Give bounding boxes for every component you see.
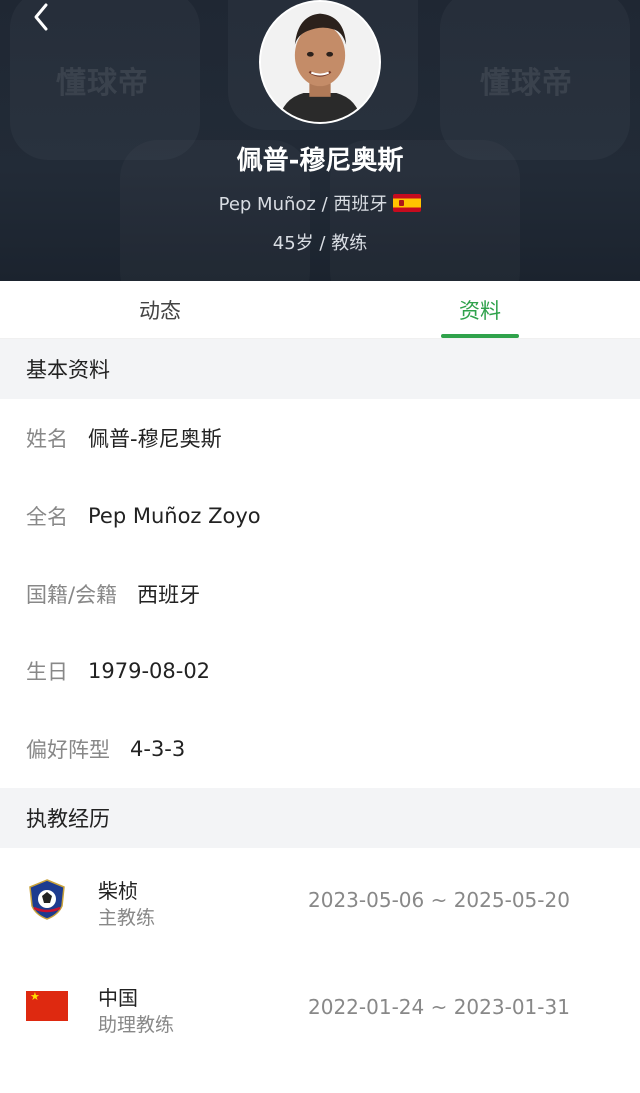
age-role: 45岁 / 教练 [272, 233, 368, 254]
tab-label: 资料 [459, 298, 501, 323]
avatar [259, 0, 381, 124]
info-label: 生日 [26, 660, 68, 684]
career-dates: 2022-01-24 ~ 2023-01-31 [308, 995, 570, 1019]
info-row-formation: 偏好阵型 4-3-3 [0, 710, 640, 788]
tab-feed[interactable]: 动态 [0, 281, 320, 338]
info-label: 姓名 [26, 427, 68, 451]
active-tab-indicator [441, 334, 519, 338]
career-role: 助理教练 [98, 1014, 175, 1036]
info-value: Pep Muñoz Zoyo [88, 504, 261, 528]
info-value: 佩普-穆尼奥斯 [88, 427, 222, 451]
info-label: 偏好阵型 [26, 738, 110, 762]
info-row-birthday: 生日 1979-08-02 [0, 632, 640, 710]
info-label: 国籍/会籍 [26, 583, 118, 607]
career-role: 主教练 [98, 907, 156, 929]
career-item[interactable]: 中国 助理教练 2022-01-24 ~ 2023-01-31 [0, 955, 640, 1061]
info-row-nationality: 国籍/会籍 西班牙 [0, 555, 640, 633]
china-flag-icon [26, 985, 68, 1027]
latin-name-country: Pep Muñoz / 西班牙 [218, 194, 388, 215]
section-title-basic-info: 基本资料 [0, 339, 640, 399]
career-dates: 2023-05-06 ~ 2025-05-20 [308, 888, 570, 912]
section-title-coaching-history: 执教经历 [0, 788, 640, 848]
coach-photo [261, 2, 379, 122]
spain-flag-icon [393, 194, 422, 212]
watermark-logo: 懂球帝 [56, 66, 149, 101]
career-team: 中国 [98, 986, 138, 1010]
info-row-name: 姓名 佩普-穆尼奥斯 [0, 399, 640, 477]
info-value: 4-3-3 [130, 737, 186, 761]
coach-name: 佩普-穆尼奥斯 [236, 146, 404, 176]
tab-profile[interactable]: 资料 [320, 281, 640, 338]
coach-subtitle: Pep Muñoz / 西班牙 [0, 190, 640, 216]
career-item[interactable]: 柴桢 主教练 2023-05-06 ~ 2025-05-20 [0, 848, 640, 954]
club-crest-icon [26, 878, 68, 920]
tab-bar: 动态 资料 [0, 281, 640, 339]
info-value: 西班牙 [137, 583, 201, 607]
back-button[interactable] [26, 0, 56, 34]
info-value: 1979-08-02 [88, 659, 211, 683]
info-row-fullname: 全名 Pep Muñoz Zoyo [0, 477, 640, 555]
info-label: 全名 [26, 505, 68, 529]
tab-label: 动态 [139, 298, 181, 323]
chevron-left-icon [34, 3, 48, 31]
career-team: 柴桢 [98, 879, 138, 903]
watermark-logo: 懂球帝 [480, 66, 573, 101]
profile-header: 懂球帝 懂球帝 佩普-穆尼奥斯 Pep Muñoz / 西班牙 45岁 / 教练 [0, 0, 640, 281]
